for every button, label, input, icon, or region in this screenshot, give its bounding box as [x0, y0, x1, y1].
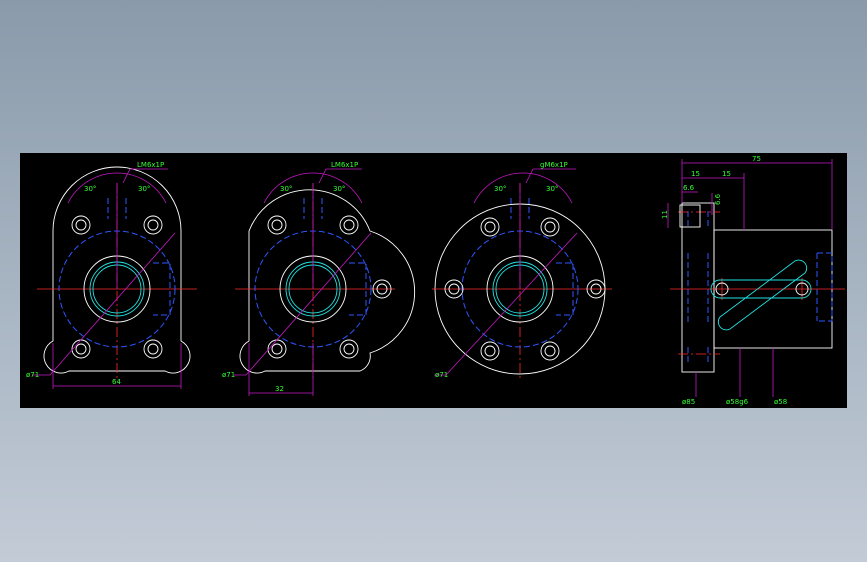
view-2-angle-right: 30°	[333, 185, 345, 193]
side-view-small2: 6.6	[714, 193, 722, 205]
view-2-thread-leader	[318, 168, 362, 184]
view-1: 30° 30° LM6x1P ø71 64	[26, 161, 197, 389]
view-1-diameter: ø71	[26, 371, 39, 379]
view-2-angle-left: 30°	[280, 185, 292, 193]
side-view-dia1: ø85	[682, 398, 695, 406]
view-3-thread-label: gM6x1P	[540, 161, 568, 169]
view-1-angle-left: 30°	[84, 185, 96, 193]
side-view-total-length: 75	[752, 155, 761, 163]
side-view-dia3: ø58	[774, 398, 787, 406]
side-view-hole-detail	[679, 204, 701, 228]
view-1-width-dim: 64	[112, 378, 121, 386]
cad-drawing: 30° 30° LM6x1P ø71 64 30° 30° LM6x1P ø71…	[26, 155, 845, 406]
view-3-angle-right: 30°	[546, 185, 558, 193]
view-3-diameter-leader	[434, 232, 578, 376]
side-view-small1: 6.6	[683, 184, 695, 192]
view-3: 30° 30° gM6x1P ø71	[432, 161, 612, 379]
view-3-angle-left: 30°	[494, 185, 506, 193]
side-view-seg1: 15	[691, 170, 700, 178]
view-1-angle-right: 30°	[138, 185, 150, 193]
view-2-diameter: ø71	[222, 371, 235, 379]
view-2-offset-dim: 32	[275, 385, 284, 393]
cad-drawing-canvas: 30° 30° LM6x1P ø71 64 30° 30° LM6x1P ø71…	[20, 153, 847, 408]
view-2: 30° 30° LM6x1P ø71 32	[222, 161, 416, 396]
side-view-seg2: 15	[722, 170, 731, 178]
side-view-height-small: 11	[661, 210, 669, 219]
side-view-flange	[681, 202, 715, 373]
view-2-thread-label: LM6x1P	[331, 161, 358, 169]
side-view-dia2: ø58g6	[726, 398, 749, 406]
side-view-slot-diagonal	[717, 259, 808, 331]
side-view: 75 15 15 6.6 11 6.6 ø85 ø58g6 ø58	[661, 155, 845, 406]
view-1-thread-label: LM6x1P	[137, 161, 164, 169]
view-3-diameter: ø71	[435, 371, 448, 379]
